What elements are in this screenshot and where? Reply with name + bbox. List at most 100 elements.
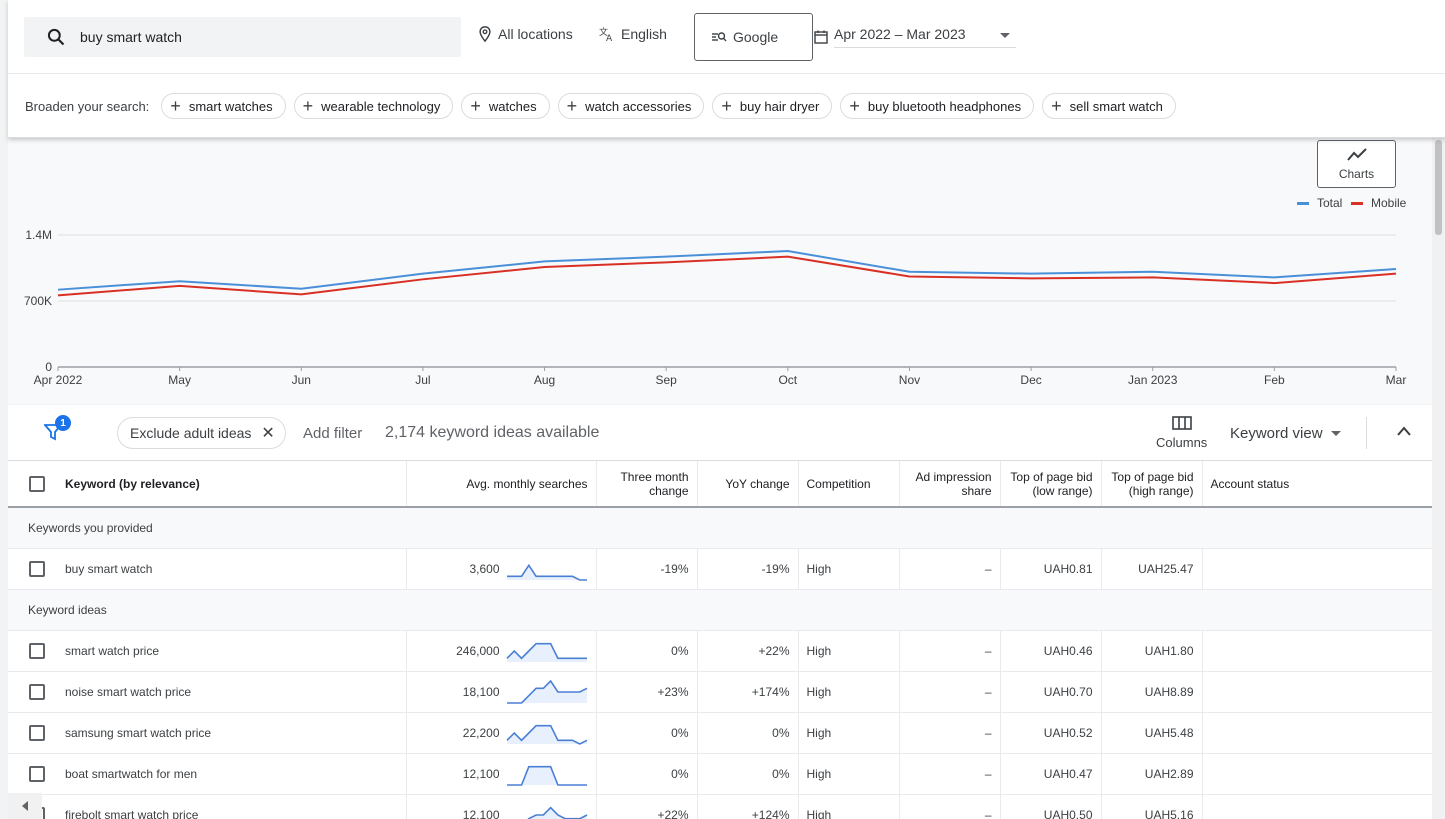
date-range-dropdown[interactable]: Apr 2022 – Mar 2023: [834, 26, 1016, 48]
header-account-status[interactable]: Account status: [1202, 461, 1432, 508]
chip-label: buy bluetooth headphones: [867, 98, 1022, 114]
search-header-card: buy smart watch All locations 文A English…: [8, 0, 1445, 138]
header-avg-searches[interactable]: Avg. monthly searches: [406, 461, 597, 508]
table-row[interactable]: firebolt smart watch price 12,100 +22% +124…: [8, 794, 1432, 819]
keyword-view-dropdown[interactable]: Keyword view: [1230, 425, 1341, 442]
row-checkbox[interactable]: [28, 724, 45, 741]
row-checkbox[interactable]: [28, 765, 45, 782]
avg-searches-cell: 246,000: [406, 630, 597, 672]
select-all-checkbox[interactable]: [28, 475, 45, 492]
header-three-month[interactable]: Three month change: [596, 461, 698, 508]
broaden-chip[interactable]: + buy bluetooth headphones: [840, 93, 1035, 119]
x-tick-label: Jul: [415, 373, 430, 387]
plus-icon: +: [302, 96, 314, 116]
vertical-scrollbar[interactable]: [1432, 138, 1445, 819]
row-checkbox-cell: [8, 712, 65, 754]
y-tick-label: 700K: [24, 294, 52, 308]
trend-sparkline: [505, 724, 587, 745]
header-competition[interactable]: Competition: [798, 461, 900, 508]
sparkline-area: [527, 807, 587, 819]
competition-cell: High: [798, 671, 900, 713]
avg-searches-value: 246,000: [456, 643, 500, 658]
table-row[interactable]: boat smartwatch for men 12,100 0% 0% High – UA…: [8, 753, 1432, 795]
exclude-adult-label: Exclude adult ideas: [130, 425, 252, 441]
broaden-chip[interactable]: + buy hair dryer: [712, 93, 833, 119]
header-keyword[interactable]: Keyword (by relevance): [65, 461, 407, 508]
row-checkbox-cell: [8, 548, 65, 590]
columns-button[interactable]: Columns: [1156, 415, 1207, 450]
header-bid-low[interactable]: Top of page bid (low range): [1000, 461, 1102, 508]
chip-label: smart watches: [188, 98, 273, 114]
three-month-cell: +23%: [596, 671, 698, 713]
scrollbar-thumb[interactable]: [1435, 140, 1442, 235]
language-filter-button[interactable]: 文A English: [599, 26, 667, 42]
keyword-table: Keyword (by relevance) Avg. monthly sear…: [8, 461, 1432, 819]
x-tick-label: Oct: [778, 373, 797, 387]
x-tick-label: Apr 2022: [34, 373, 83, 387]
three-month-cell: +22%: [596, 794, 698, 819]
broaden-chip[interactable]: + wearable technology: [293, 93, 454, 119]
bid-high-cell: UAH25.47: [1101, 548, 1203, 590]
x-tick-label: Aug: [534, 373, 555, 387]
select-all-cell: [8, 461, 65, 508]
three-month-cell: -19%: [596, 548, 698, 590]
avg-searches-cell: 3,600: [406, 548, 597, 590]
row-checkbox-cell: [8, 753, 65, 795]
keyword-cell: noise smart watch price: [65, 671, 407, 713]
search-input[interactable]: buy smart watch: [24, 17, 461, 57]
header-yoy[interactable]: YoY change: [697, 461, 799, 508]
ad-impression-cell: –: [899, 671, 1001, 713]
broaden-chip[interactable]: + sell smart watch: [1042, 93, 1176, 119]
broaden-label: Broaden your search:: [25, 98, 150, 114]
plus-icon: +: [170, 96, 181, 116]
account-status-cell: [1202, 630, 1432, 672]
avg-searches-wrap: 18,100: [415, 679, 588, 705]
table-row[interactable]: buy smart watch 3,600 -19% -19% High – UAH0.81…: [8, 548, 1432, 590]
broaden-chip[interactable]: + watch accessories: [557, 93, 705, 119]
add-filter-button[interactable]: Add filter: [303, 425, 362, 442]
date-range-selector[interactable]: Apr 2022 – Mar 2023: [814, 26, 1016, 48]
chip-label: watches: [488, 98, 537, 114]
chevron-left-icon: [22, 801, 28, 811]
network-filter-button[interactable]: Google: [694, 13, 813, 61]
avg-searches-wrap: 22,200: [415, 720, 588, 746]
filter-count-badge: 1: [55, 415, 71, 431]
exclude-adult-chip[interactable]: Exclude adult ideas ✕: [117, 417, 286, 449]
row-checkbox[interactable]: [28, 642, 45, 659]
bid-high-cell: UAH5.48: [1101, 712, 1203, 754]
chevron-up-icon[interactable]: [1396, 425, 1412, 437]
table-row[interactable]: noise smart watch price 18,100 +23% +174% Hi…: [8, 671, 1432, 713]
broaden-chip[interactable]: + watches: [461, 93, 550, 119]
header-ad-impression[interactable]: Ad impression share: [899, 461, 1001, 508]
legend-swatch: [1297, 201, 1309, 205]
date-range-label: Apr 2022 – Mar 2023: [834, 26, 966, 42]
header-bid-high-l2: (high range): [1128, 483, 1194, 498]
plus-icon: +: [849, 96, 860, 116]
header-ad-imp-l1: Ad impression: [915, 469, 992, 484]
search-network-icon: [712, 32, 727, 42]
charts-button[interactable]: Charts: [1317, 140, 1396, 188]
scroll-left-button[interactable]: [8, 793, 42, 819]
avg-searches-value: 12,100: [462, 766, 500, 781]
row-checkbox[interactable]: [28, 683, 45, 700]
x-tick-label: Dec: [1020, 373, 1041, 387]
row-checkbox[interactable]: [28, 560, 45, 577]
avg-searches-wrap: 12,100: [415, 761, 588, 787]
series-line-total: [57, 250, 1397, 291]
table-row[interactable]: samsung smart watch price 22,200 0% 0% High –…: [8, 712, 1432, 754]
header-bid-high[interactable]: Top of page bid (high range): [1101, 461, 1203, 508]
group-header-row: Keywords you provided: [8, 507, 1432, 549]
group-label: Keyword ideas: [8, 589, 1432, 631]
broaden-chip[interactable]: + smart watches: [161, 93, 286, 119]
line-chart-svg: 0 700K 1.4M Apr 2022 May Jun Jul Aug Sep Oct Nov De…: [24, 228, 1406, 387]
table-row[interactable]: smart watch price 246,000 0% +22% High – UAH0.…: [8, 630, 1432, 672]
competition-cell: High: [798, 794, 900, 819]
close-icon[interactable]: ✕: [261, 423, 274, 443]
table-header-row: Keyword (by relevance) Avg. monthly sear…: [8, 461, 1432, 508]
bid-high-cell: UAH5.16: [1101, 794, 1203, 819]
location-filter-button[interactable]: All locations: [478, 26, 573, 42]
account-status-cell: [1202, 548, 1432, 590]
x-tick-label: Nov: [899, 373, 920, 387]
bid-low-cell: UAH0.46: [1000, 630, 1102, 672]
divider: [1366, 417, 1367, 449]
